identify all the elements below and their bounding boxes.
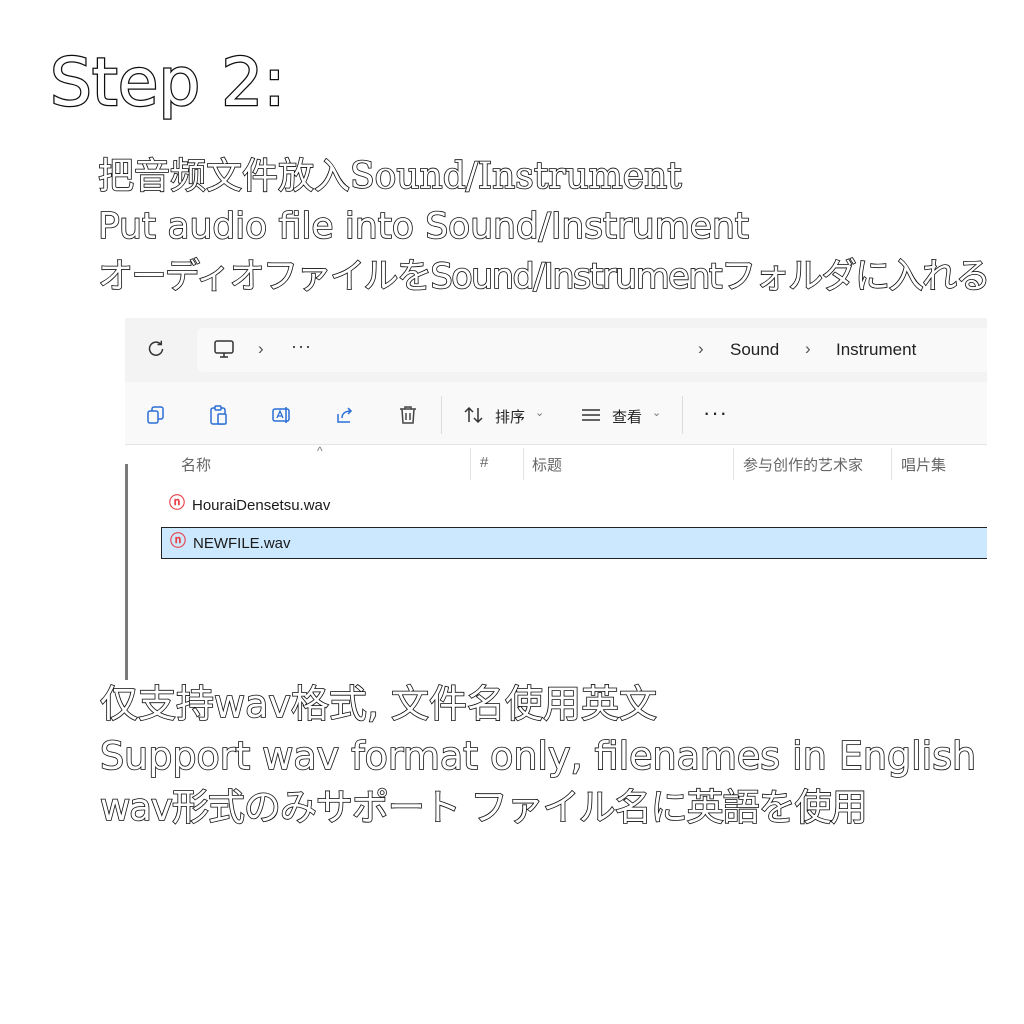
sort-button[interactable]: 排序	[495, 406, 525, 427]
chevron-down-icon[interactable]: ⌄	[535, 406, 544, 419]
file-row[interactable]: ⓝ HouraiDensetsu.wav	[161, 490, 987, 520]
column-header-title[interactable]: 标题	[532, 454, 562, 475]
sort-ascending-icon: ^	[317, 444, 323, 458]
address-more-button[interactable]: ···	[291, 336, 312, 357]
chevron-right-icon[interactable]: ›	[805, 339, 811, 359]
file-name: NEWFILE.wav	[193, 535, 291, 552]
share-icon[interactable]	[334, 404, 356, 426]
column-header-artists[interactable]: 参与创作的艺术家	[743, 454, 863, 475]
breadcrumb-sound[interactable]: Sound	[730, 340, 779, 360]
instruction-english: Put audio file into Sound/Instrument	[97, 205, 749, 248]
column-header-album[interactable]: 唱片集	[901, 454, 946, 475]
address-bar-area: › ··· › Sound › Instrument	[125, 318, 987, 383]
column-divider[interactable]	[523, 448, 524, 480]
audio-file-icon: ⓝ	[169, 495, 186, 512]
file-name: HouraiDensetsu.wav	[192, 497, 331, 514]
chevron-down-icon[interactable]: ⌄	[652, 406, 661, 419]
toolbar-divider	[441, 396, 442, 434]
column-header-number[interactable]: #	[480, 454, 488, 471]
navigation-pane-edge	[125, 464, 128, 680]
breadcrumb-instrument[interactable]: Instrument	[836, 340, 916, 360]
copy-icon[interactable]	[145, 404, 167, 426]
audio-file-icon: ⓝ	[170, 533, 187, 550]
command-bar: 排序 ⌄ 查看 ⌄ ···	[125, 382, 987, 445]
toolbar-divider	[682, 396, 683, 434]
chevron-right-icon[interactable]: ›	[698, 339, 704, 359]
more-options-button[interactable]: ···	[703, 400, 728, 426]
refresh-icon[interactable]	[145, 338, 167, 360]
view-icon[interactable]	[580, 404, 602, 426]
file-row-selected[interactable]: ⓝ NEWFILE.wav	[161, 527, 987, 559]
requirements-notes: 仅支持wav格式, 文件名使用英文 Support wav format onl…	[99, 678, 1000, 834]
file-list: ^ 名称 # 标题 参与创作的艺术家 唱片集 ⓝ HouraiDensetsu.…	[125, 444, 987, 680]
instruction-japanese: オーディオファイルをSound/Instrumentフォルダに入れる	[97, 256, 991, 298]
note-chinese: 仅支持wav格式, 文件名使用英文	[99, 681, 658, 727]
column-divider[interactable]	[733, 448, 734, 480]
computer-icon[interactable]	[213, 338, 235, 360]
file-explorer-window: › ··· › Sound › Instrument 排序 ⌄ 查看 ⌄ ···…	[125, 318, 987, 680]
column-divider[interactable]	[891, 448, 892, 480]
instructions: 把音频文件放入Sound/Instrument Put audio file i…	[97, 152, 1018, 302]
rename-icon[interactable]	[271, 404, 293, 426]
delete-icon[interactable]	[397, 404, 419, 426]
sort-icon[interactable]	[463, 404, 485, 426]
step-title: Step 2:	[49, 43, 287, 123]
chevron-right-icon[interactable]: ›	[258, 339, 264, 359]
column-divider[interactable]	[470, 448, 471, 480]
column-header-name[interactable]: 名称	[181, 454, 211, 475]
note-japanese: wav形式のみサポート ファイル名に英語を使用	[99, 785, 868, 830]
note-english: Support wav format only, filenames in En…	[99, 733, 977, 779]
instruction-chinese: 把音频文件放入Sound/Instrument	[97, 155, 682, 198]
paste-icon[interactable]	[208, 404, 230, 426]
view-button[interactable]: 查看	[612, 406, 642, 427]
